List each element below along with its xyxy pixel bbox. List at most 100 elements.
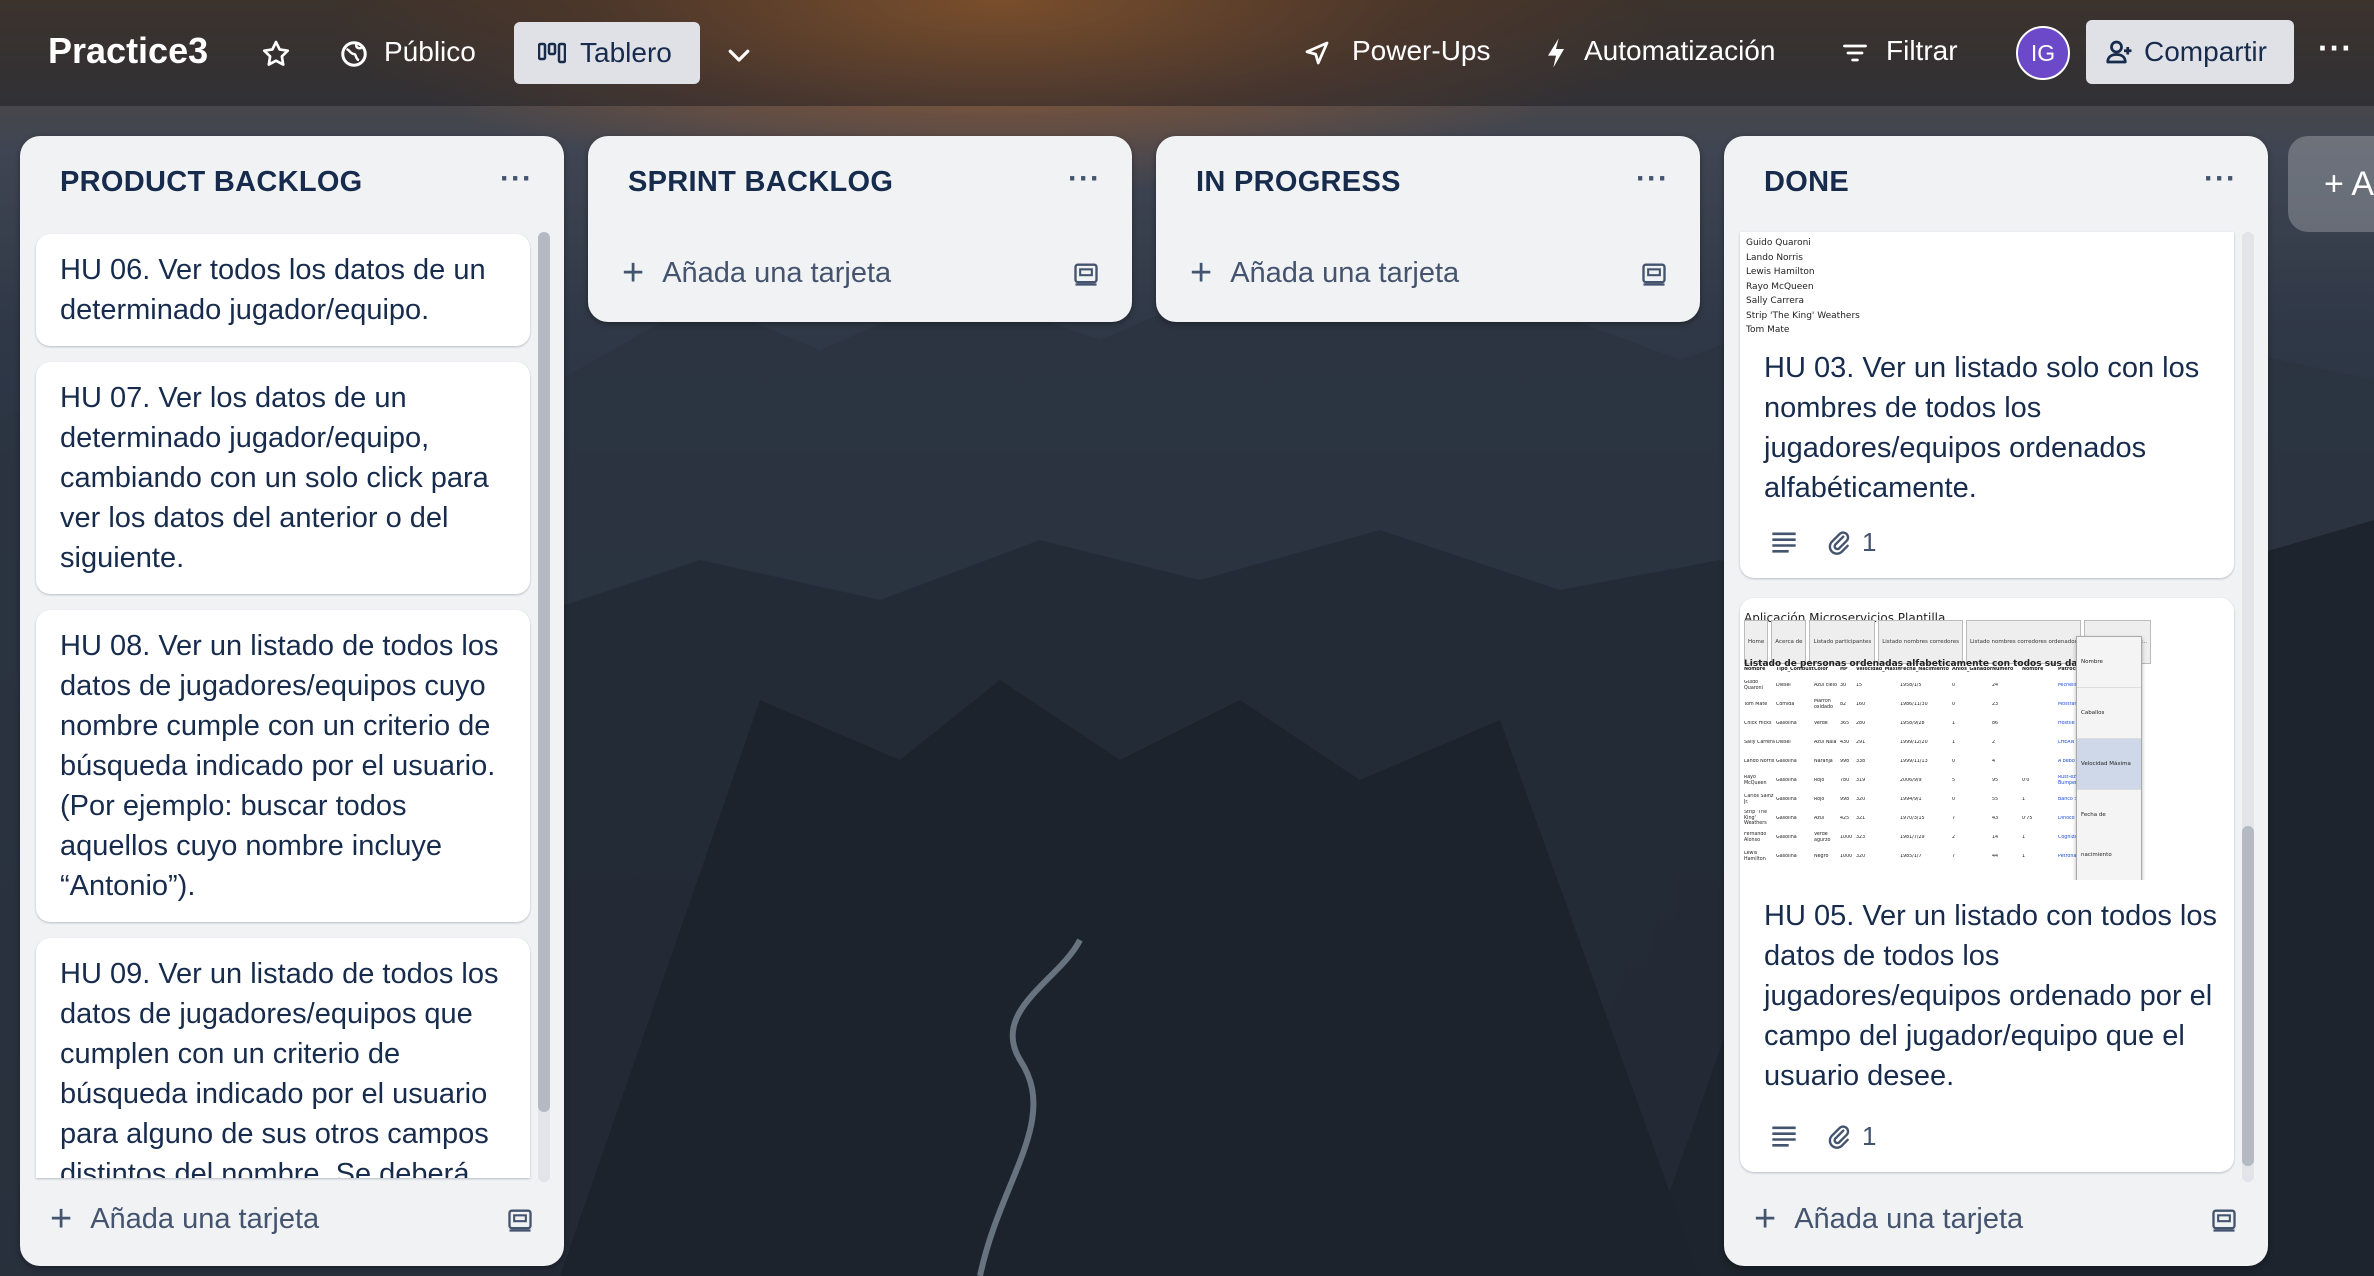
more-icon[interactable]: ··· — [1636, 162, 1669, 196]
cover-table-cell: 430 — [1840, 739, 1850, 745]
cover-table-cell: 280 — [1856, 720, 1866, 726]
template-icon[interactable] — [506, 1206, 534, 1239]
cover-table-cell: Gasolina — [1776, 777, 1797, 783]
list-scrollbar-thumb[interactable] — [538, 232, 550, 1112]
cover-table-cell: 2 — [1952, 834, 1956, 840]
cover-name: Sally Carrera — [1746, 296, 1805, 306]
view-switcher-board[interactable]: Tablero — [514, 22, 700, 84]
cover-table-cell: 319 — [1856, 777, 1866, 783]
cover-table-row: Sally Carrera Diesel Azul Nala 430 291 1999/1… — [1744, 733, 2230, 752]
add-card-button[interactable]: + Añada una tarjeta — [1190, 254, 1459, 292]
cover-name: Tom Mate — [1746, 325, 1790, 335]
cover-table-cell: 0 — [1952, 701, 1956, 707]
cover-table-row: Rayo McQueen Gasolina Rojo 780 319 2006/9/9 5 9… — [1744, 771, 2230, 790]
cover-table-cell: 23 — [1992, 701, 1999, 707]
board-title[interactable]: Practice3 — [48, 30, 208, 72]
template-icon[interactable] — [1072, 260, 1100, 293]
list-title[interactable]: IN PROGRESS — [1196, 166, 1401, 199]
card[interactable]: HU 09. Ver un listado de todos los datos… — [36, 938, 530, 1178]
cover-table-cell: 780 — [1840, 777, 1850, 783]
list-title[interactable]: SPRINT BACKLOG — [628, 166, 893, 199]
cover-table-cell: 1 — [2022, 853, 2026, 859]
cover-table-cell: Gasolina — [1776, 853, 1797, 859]
cover-table-cell: 95 — [1992, 777, 1999, 783]
avatar[interactable]: IG — [2016, 26, 2070, 80]
card-title: HU 08. Ver un listado de todos los datos… — [60, 630, 499, 902]
add-list-button[interactable]: + A — [2288, 136, 2374, 232]
cover-table-cell: HP — [1840, 667, 1848, 673]
share-button[interactable]: Compartir — [2086, 20, 2294, 84]
cover-table-cell: 1 — [1952, 720, 1956, 726]
cover-table-cell: Strip 'The King' Weathers — [1744, 810, 1768, 827]
cover-table-cell: 320 — [1856, 853, 1866, 859]
cover-dropdown-option: Velocidad Máxima — [2077, 739, 2141, 790]
card-title: HU 07. Ver los datos de un determinado j… — [60, 382, 489, 574]
card-badges: 1 — [1770, 1116, 1876, 1156]
filter-icon[interactable] — [1840, 38, 1870, 68]
cover-table-cell: Color — [1814, 667, 1829, 673]
cover-table-cell: Azul cielo — [1814, 682, 1837, 688]
visibility-button[interactable]: Público — [384, 36, 476, 68]
cover-table-row: Lando Norris Gasolina Naranja 998 338 1999/11… — [1744, 752, 2230, 771]
card[interactable]: HU 07. Ver los datos de un determinado j… — [36, 362, 530, 594]
powerups-button[interactable]: Power-Ups — [1352, 35, 1490, 67]
cover-table-cell: 1970/3/15 — [1900, 815, 1925, 821]
cover-table-cell: 2006/9/9 — [1900, 777, 1922, 783]
filter-button[interactable]: Filtrar — [1886, 35, 1958, 67]
cover-table-cell: 1 — [2022, 834, 2026, 840]
card[interactable]: HU 08. Ver un listado de todos los datos… — [36, 610, 530, 922]
list-title[interactable]: PRODUCT BACKLOG — [60, 166, 363, 199]
cover-table-cell: Fernando Alonso — [1744, 832, 1767, 843]
template-icon[interactable] — [1640, 260, 1668, 293]
paperclip-icon — [1826, 528, 1852, 556]
lightning-icon[interactable] — [1542, 36, 1570, 70]
cover-table-cell: 43 — [1992, 815, 1999, 821]
cover-table-cell: 7 — [1952, 815, 1956, 821]
add-card-button[interactable]: + Añada una tarjeta — [50, 1200, 319, 1238]
cover-table-cell: 0'0 — [2022, 777, 2030, 783]
template-icon[interactable] — [2210, 1206, 2238, 1239]
cover-table-cell: Rojo — [1814, 796, 1825, 802]
cover-table-row: Carlos Sainz Jr. Gasolina Rojo 998 320 1994/9… — [1744, 790, 2230, 809]
cover-table-cell: 0 — [1952, 758, 1956, 764]
cover-name: Lando Norris — [1746, 252, 1803, 263]
star-icon[interactable] — [258, 36, 294, 72]
cover-table-cell: 15 — [1856, 682, 1863, 688]
list-title[interactable]: DONE — [1764, 166, 1849, 199]
more-icon[interactable]: ··· — [500, 162, 533, 196]
list-scrollbar-thumb[interactable] — [2242, 826, 2254, 1166]
board-icon — [538, 41, 566, 65]
cover-table-cell: 2 — [1992, 739, 1996, 745]
add-card-button[interactable]: + Añada una tarjeta — [1754, 1200, 2023, 1238]
cover-dropdown-option: Fecha de nacimiento — [2077, 790, 2141, 880]
more-icon[interactable]: ··· — [2204, 162, 2237, 196]
cover-table-row: Tom Mate Comida Marron oxidado 82 160 1986/11… — [1744, 695, 2230, 714]
card-title: HU 05. Ver un listado con todos los dato… — [1764, 900, 2217, 1092]
cover-table-cell: Sally Carrera — [1744, 739, 1775, 745]
cover-table-cell: Lewis Hamilton — [1744, 851, 1766, 862]
list-done: DONE ··· Guido Quaroni Lando Norris Lewi… — [1724, 136, 2268, 1266]
cover-table-cell: Azul Nala — [1814, 739, 1837, 745]
chevron-down-icon[interactable] — [722, 38, 756, 72]
card[interactable]: Aplicación Microservicios Plantilla Home… — [1740, 598, 2234, 1172]
cover-table-cell: 24 — [1992, 682, 1999, 688]
cover-table-cell: Nombre — [2022, 667, 2044, 673]
cover-table-cell: 0 — [1952, 682, 1956, 688]
cover-table-cell: 5 — [1952, 777, 1956, 783]
list-product-backlog: PRODUCT BACKLOG ··· HU 06. Ver todos los… — [20, 136, 564, 1266]
card[interactable]: Guido Quaroni Lando Norris Lewis Hamilto… — [1740, 232, 2234, 578]
view-switcher-label: Tablero — [580, 37, 672, 68]
cover-table-row: Guido Quaroni Diesel Azul cielo 30 15 1958/1/… — [1744, 676, 2230, 695]
card[interactable]: HU 06. Ver todos los datos de un determi… — [36, 234, 530, 346]
rocket-icon[interactable] — [1300, 36, 1334, 70]
cover-table-cell: 321 — [1856, 815, 1866, 821]
cover-table: Nombre Tipo_CombustibleColor HP Velocidad_M… — [1744, 664, 2230, 866]
more-icon[interactable]: ··· — [2318, 30, 2353, 67]
cover-name-list: Guido Quaroni Lando Norris Lewis Hamilto… — [1746, 236, 1860, 338]
cover-table-cell: Comida — [1776, 701, 1795, 707]
automation-button[interactable]: Automatización — [1584, 35, 1775, 67]
card-title: HU 09. Ver un listado de todos los datos… — [60, 958, 499, 1178]
more-icon[interactable]: ··· — [1068, 162, 1101, 196]
globe-icon[interactable] — [338, 38, 370, 70]
add-card-button[interactable]: + Añada una tarjeta — [622, 254, 891, 292]
